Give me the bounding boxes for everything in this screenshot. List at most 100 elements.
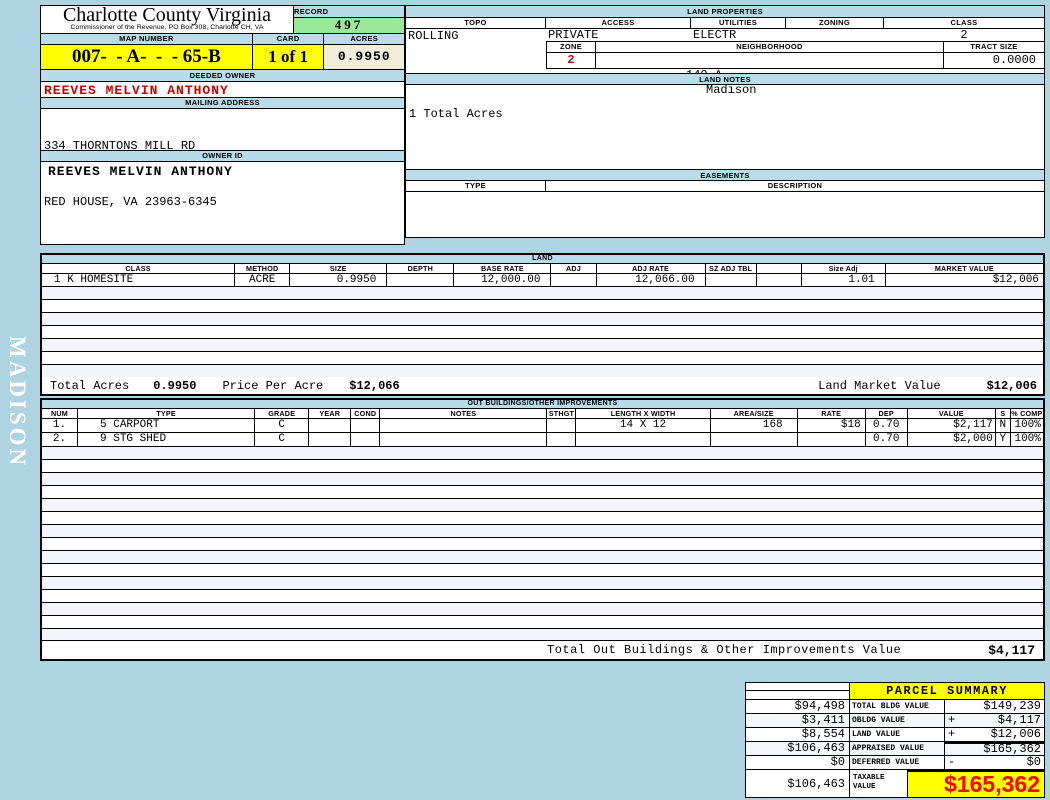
land-properties-panel: LAND PROPERTIES TOPO ACCESS UTILITIES ZO…	[405, 5, 1045, 238]
acres-label: ACRES	[350, 34, 379, 43]
row-label: OBLDG VALUE	[850, 714, 945, 727]
class-label: CLASS	[950, 18, 978, 27]
col-lxw: LENGTH X WIDTH	[575, 409, 709, 418]
land-properties-right: PRIVATE ELECTR 2 ZONE NEIGHBORHOOD TRACT…	[546, 28, 1044, 97]
topo-label: TOPO	[406, 18, 546, 28]
ob-value: $2,117	[906, 419, 995, 432]
record-value: 497	[294, 18, 404, 33]
row-sign: -	[948, 755, 956, 769]
ob-notes	[379, 433, 546, 446]
col-rate: RATE	[796, 409, 865, 418]
price-per-acre-label: Price Per Acre	[222, 378, 324, 393]
outbuilding-row: 2. 9 STG SHED C 0.70 $2,000 Y 100%	[42, 433, 1043, 447]
col-dep: DEP	[864, 409, 907, 418]
row-value: $0	[1026, 755, 1041, 769]
ob-value: $2,000	[906, 433, 995, 446]
ob-s: Y	[994, 433, 1010, 446]
row-sign: +	[948, 713, 956, 727]
land-adj	[550, 274, 595, 286]
land-blank	[755, 274, 801, 286]
land-row: 1 K HOMESITE ACRE 0.9950 12,000.00 12,06…	[42, 274, 1043, 287]
utilities-label: UTILITIES	[691, 18, 786, 28]
prior-value: $94,498	[746, 700, 850, 713]
outbuildings-total-label: Total Out Buildings & Other Improvements…	[547, 643, 902, 657]
utilities-value: ELECTR	[693, 28, 737, 42]
row-value: $12,006	[990, 727, 1041, 741]
tract-size-label: TRACT SIZE	[970, 42, 1018, 51]
ob-cond	[350, 419, 379, 432]
col-grade: GRADE	[254, 409, 308, 418]
owner-card: Charlotte County Virginia Commissioner o…	[40, 5, 405, 245]
easements-empty-area	[406, 192, 1044, 237]
ob-num: 1.	[52, 419, 67, 431]
land-class: 1 K HOMESITE	[54, 274, 134, 286]
col-adj-rate: ADJ RATE	[595, 264, 705, 273]
outbuilding-row: 1. 5 CARPORT C 14 X 12 168 $18 0.70 $2,1…	[42, 419, 1043, 433]
ob-s: N	[994, 419, 1010, 432]
ob-lxw	[575, 433, 709, 446]
ob-notes	[379, 419, 546, 432]
land-notes-text: 1 Total Acres	[409, 107, 503, 121]
taxable-value: $165,362	[908, 770, 1044, 797]
easement-type-label: TYPE	[406, 181, 546, 191]
row-sign	[945, 700, 957, 713]
summary-row-land: $8,554 LAND VALUE + $12,006	[746, 728, 1044, 742]
col-depth: DEPTH	[386, 264, 453, 273]
ob-grade: C	[254, 433, 308, 446]
ob-year	[308, 433, 350, 446]
easements-headers: TYPE DESCRIPTION	[406, 181, 1044, 192]
land-properties-values: ROLLING PRIVATE ELECTR 2 ZONE NEIGHBORHO…	[406, 28, 1044, 97]
price-per-acre-value: $12,066	[349, 378, 400, 393]
outbuildings-table: OUT BUILDINGS/OTHER IMPROVEMENTS NUM TYP…	[40, 398, 1045, 661]
mailing-address: 334 THORNTONS MILL RD RED HOUSE, VA 2396…	[41, 109, 404, 209]
col-sz-adj-tbl: SZ ADJ TBL	[704, 264, 756, 273]
land-empty-rows	[42, 287, 1043, 377]
ob-rate: $18	[796, 419, 865, 432]
row-label: DEFERRED VALUE	[850, 756, 945, 769]
land-table-header-row: CLASS METHOD SIZE DEPTH BASE RATE ADJ AD…	[42, 264, 1043, 274]
col-pct-comp: % COMP	[1009, 409, 1043, 418]
land-adj-rate: 12,066.00	[595, 274, 705, 286]
col-value: VALUE	[906, 409, 995, 418]
prior-value: $0	[746, 756, 850, 769]
land-base-rate: 12,000.00	[453, 274, 550, 286]
zone-value-row: 2 140 A Madison 0.0000	[546, 53, 1044, 97]
ob-sthgt	[546, 433, 575, 446]
deeded-owner-label: DEEDED OWNER	[41, 69, 404, 82]
ob-num: 2.	[52, 433, 67, 445]
col-method: METHOD	[234, 264, 289, 273]
prior-value: $3,411	[746, 714, 850, 727]
col-cond: COND	[350, 409, 379, 418]
outbuildings-title: OUT BUILDINGS/OTHER IMPROVEMENTS	[42, 400, 1043, 409]
land-size: 0.9950	[289, 274, 386, 286]
parcel-summary-title: PARCEL SUMMARY	[850, 683, 1044, 699]
summary-row-obldg: $3,411 OBLDG VALUE + $4,117	[746, 714, 1044, 728]
row-value: $165,362	[983, 742, 1041, 756]
acres-value: 0.9950	[324, 45, 404, 69]
deeded-owner-value: REEVES MELVIN ANTHONY	[44, 83, 229, 98]
taxable-label: TAXABLE VALUE	[850, 770, 908, 797]
zone-label: ZONE	[546, 42, 596, 52]
row-value: $149,239	[983, 699, 1041, 713]
ob-dep: 0.70	[864, 419, 907, 432]
summary-row-deferred: $0 DEFERRED VALUE - $0	[746, 756, 1044, 770]
neighborhood-label: NEIGHBORHOOD	[596, 42, 944, 52]
col-market-value: MARKET VALUE	[884, 264, 1043, 273]
ob-pct: 100%	[1009, 419, 1043, 432]
mailing-address-label: MAILING ADDRESS	[41, 97, 404, 109]
tract-size-value: 0.0000	[943, 53, 1044, 68]
owner-id-label: OWNER ID	[41, 150, 404, 162]
ob-dep: 0.70	[864, 433, 907, 446]
record-box: RECORD 497	[294, 6, 404, 33]
row-sign	[945, 744, 957, 755]
outbuildings-total-row: Total Out Buildings & Other Improvements…	[42, 640, 1043, 659]
col-size: SIZE	[289, 264, 386, 273]
access-label: ACCESS	[546, 18, 691, 28]
land-table: LAND CLASS METHOD SIZE DEPTH BASE RATE A…	[40, 253, 1045, 396]
parcel-summary-blank-cell	[746, 683, 850, 699]
col-base-rate: BASE RATE	[453, 264, 550, 273]
map-number-label: MAP NUMBER	[41, 34, 253, 44]
card-label: CARD	[253, 34, 325, 44]
access-value: PRIVATE	[548, 28, 599, 42]
summary-row-taxable: $106,463 TAXABLE VALUE $165,362	[746, 770, 1044, 797]
